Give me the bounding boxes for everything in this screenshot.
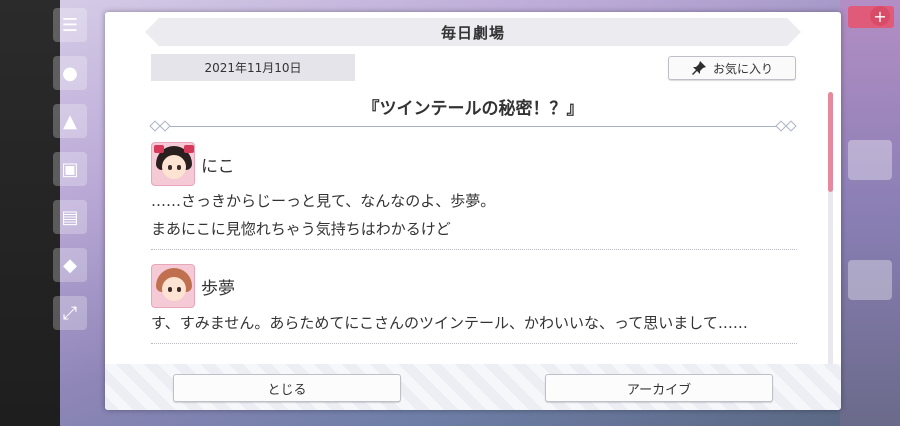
- dialogue-entry: 歩夢 す、すみません。あらためてにこさんのツインテール、かわいいな、って思いまし…: [151, 264, 797, 344]
- speaker-row: にこ: [151, 142, 797, 186]
- archive-button[interactable]: アーカイブ: [545, 374, 773, 402]
- expand-icon[interactable]: ⤢: [53, 296, 87, 330]
- side-menu: ☰ ● ▲ ▣ ▤ ◆ ⤢: [48, 0, 92, 426]
- right-background: [840, 0, 900, 426]
- close-button[interactable]: とじる: [173, 374, 401, 402]
- message-icon[interactable]: ▤: [53, 200, 87, 234]
- dialog-header: 毎日劇場: [145, 18, 801, 46]
- title-divider: [149, 120, 797, 132]
- menu-icon[interactable]: ☰: [53, 8, 87, 42]
- speaker-row: 歩夢: [151, 264, 797, 308]
- gift-icon[interactable]: ▣: [53, 152, 87, 186]
- avatar: [151, 264, 195, 308]
- dialog-footer: とじる アーカイブ: [105, 364, 841, 410]
- pin-icon: [691, 61, 706, 75]
- right-panel-deco: [848, 260, 892, 300]
- scrollbar-thumb[interactable]: [828, 92, 833, 192]
- dialogue-line: す、すみません。あらためてにこさんのツインテール、かわいいな、って思いまして……: [151, 314, 748, 332]
- trophy-icon[interactable]: ◆: [53, 248, 87, 282]
- speaker-name: にこ: [201, 156, 235, 177]
- dialogue-line: ……さっきからじーっと見て、なんなのよ、歩夢。: [151, 192, 496, 210]
- date-label: 2021年11月10日: [151, 54, 355, 81]
- story-title: 『ツインテールの秘密！？』: [362, 99, 584, 119]
- shop-icon[interactable]: ▲: [53, 104, 87, 138]
- story-scroll-area[interactable]: にこ ……さっきからじーっと見て、なんなのよ、歩夢。 まあにこに見惚れちゃう気持…: [151, 142, 797, 364]
- chat-icon[interactable]: ●: [53, 56, 87, 90]
- dialog-title: 毎日劇場: [440, 23, 505, 42]
- avatar: [151, 142, 195, 186]
- dialogue-line: まあにこに見惚れちゃう気持ちはわかるけど: [151, 220, 451, 238]
- dialogue-entry: にこ ……さっきからじーっと見て、なんなのよ、歩夢。 まあにこに見惚れちゃう気持…: [151, 142, 797, 250]
- speaker-name: 歩夢: [201, 278, 235, 299]
- favorite-button[interactable]: お気に入り: [668, 56, 796, 80]
- favorite-label: お気に入り: [712, 61, 773, 76]
- daily-theater-dialog: 毎日劇場 2021年11月10日 お気に入り 『ツインテールの秘密！？』 にこ …: [105, 12, 841, 410]
- right-panel-deco: [848, 140, 892, 180]
- plus-icon[interactable]: +: [870, 6, 890, 26]
